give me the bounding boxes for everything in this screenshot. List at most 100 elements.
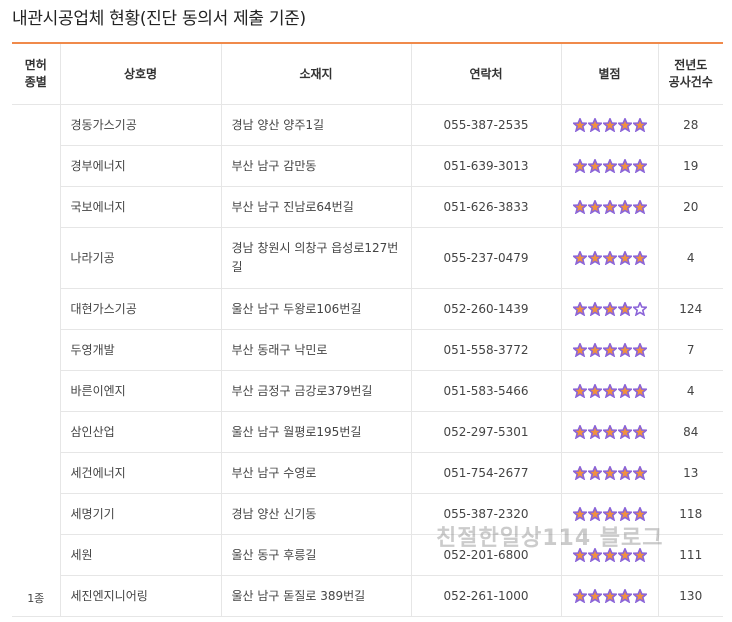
star-icon (572, 302, 587, 316)
rating-cell (560, 411, 658, 453)
table-header-row: 면허 종별 상호명 소재지 연락처 별점 전년도 공사건수 (12, 43, 723, 105)
license-kind-cell: 1종 (12, 104, 60, 617)
table-body: 1종 경동가스기공 경남 양산 양주1길 055-387-2535 28 경부에너지 부산 … (12, 104, 723, 617)
table-row: 대현가스기공 울산 남구 두왕로106번길 052-260-1439 124 (12, 288, 723, 330)
phone-cell: 051-558-3772 (410, 329, 561, 371)
address-cell: 울산 남구 월평로195번길 (220, 411, 411, 453)
company-name-cell: 세진엔지니어링 (59, 575, 221, 617)
star-icon (632, 384, 647, 398)
address-cell: 부산 금정구 금강로379번길 (220, 370, 411, 412)
header-work-count: 전년도 공사건수 (657, 43, 723, 105)
phone-cell: 052-201-6800 (410, 534, 561, 576)
header-address: 소재지 (220, 43, 411, 105)
address-cell: 부산 남구 감만동 (220, 145, 411, 187)
star-icon (572, 343, 587, 357)
rating-cell (560, 493, 658, 535)
star-icon (617, 548, 632, 562)
work-count-cell: 13 (657, 452, 723, 494)
company-name-cell: 두영개발 (59, 329, 221, 371)
phone-cell: 051-583-5466 (410, 370, 561, 412)
address-cell: 울산 남구 돋질로 389번길 (220, 575, 411, 617)
work-count-cell: 4 (657, 227, 723, 289)
star-icon (632, 548, 647, 562)
star-icon (587, 200, 602, 214)
table-row: 경부에너지 부산 남구 감만동 051-639-3013 19 (12, 145, 723, 187)
table-row: 두영개발 부산 동래구 낙민로 051-558-3772 7 (12, 329, 723, 371)
star-icon (587, 159, 602, 173)
star-icon (572, 548, 587, 562)
work-count-cell: 118 (657, 493, 723, 535)
header-work-count-label: 전년도 공사건수 (668, 58, 713, 89)
star-icon (602, 302, 617, 316)
company-name-cell: 바른이엔지 (59, 370, 221, 412)
company-name-cell: 경동가스기공 (59, 104, 221, 146)
star-icon (617, 200, 632, 214)
star-icon (587, 589, 602, 603)
address-cell: 부산 남구 수영로 (220, 452, 411, 494)
address-cell: 울산 동구 후릉길 (220, 534, 411, 576)
phone-cell: 052-261-1000 (410, 575, 561, 617)
phone-cell: 052-297-5301 (410, 411, 561, 453)
table-row: 세건에너지 부산 남구 수영로 051-754-2677 13 (12, 452, 723, 494)
work-count-cell: 19 (657, 145, 723, 187)
table-row: 세원 울산 동구 후릉길 052-201-6800 111 (12, 534, 723, 576)
star-icon (617, 118, 632, 132)
company-name-cell: 세건에너지 (59, 452, 221, 494)
star-rating (572, 118, 647, 132)
star-icon (602, 159, 617, 173)
star-icon (617, 384, 632, 398)
address-cell: 경남 양산 신기동 (220, 493, 411, 535)
star-icon (602, 200, 617, 214)
star-icon (632, 159, 647, 173)
star-rating (572, 343, 647, 357)
star-icon (617, 425, 632, 439)
star-icon (617, 589, 632, 603)
work-count-cell: 4 (657, 370, 723, 412)
star-icon (587, 251, 602, 265)
star-icon (572, 425, 587, 439)
header-rating: 별점 (560, 43, 658, 105)
phone-cell: 052-260-1439 (410, 288, 561, 330)
phone-cell: 051-639-3013 (410, 145, 561, 187)
work-count-cell: 84 (657, 411, 723, 453)
star-rating (572, 507, 647, 521)
star-icon (632, 507, 647, 521)
star-icon (602, 343, 617, 357)
rating-cell (560, 370, 658, 412)
star-icon (617, 343, 632, 357)
work-count-cell: 124 (657, 288, 723, 330)
star-icon (587, 384, 602, 398)
star-icon (632, 425, 647, 439)
work-count-cell: 20 (657, 186, 723, 228)
star-icon (632, 251, 647, 265)
star-icon (587, 425, 602, 439)
phone-cell: 055-237-0479 (410, 227, 561, 289)
star-icon (572, 118, 587, 132)
star-icon (632, 466, 647, 480)
contractor-table: 면허 종별 상호명 소재지 연락처 별점 전년도 공사건수 1종 경동가스기공 경남 양… (12, 42, 723, 617)
rating-cell (560, 329, 658, 371)
star-icon (617, 466, 632, 480)
star-icon (587, 302, 602, 316)
star-icon (572, 507, 587, 521)
rating-cell (560, 534, 658, 576)
address-cell: 경남 양산 양주1길 (220, 104, 411, 146)
rating-cell (560, 145, 658, 187)
star-icon (587, 118, 602, 132)
header-license-kind: 면허 종별 (12, 43, 60, 105)
phone-cell: 051-754-2677 (410, 452, 561, 494)
star-icon (572, 384, 587, 398)
star-icon (617, 159, 632, 173)
rating-cell (560, 575, 658, 617)
star-icon (602, 589, 617, 603)
star-icon (602, 384, 617, 398)
address-cell: 경남 창원시 의창구 읍성로127번길 (220, 227, 411, 289)
work-count-cell: 130 (657, 575, 723, 617)
table-row: 세진엔지니어링 울산 남구 돋질로 389번길 052-261-1000 130 (12, 575, 723, 617)
star-icon (587, 466, 602, 480)
star-icon (587, 548, 602, 562)
star-rating (572, 548, 647, 562)
address-cell: 울산 남구 두왕로106번길 (220, 288, 411, 330)
rating-cell (560, 227, 658, 289)
star-icon (602, 548, 617, 562)
